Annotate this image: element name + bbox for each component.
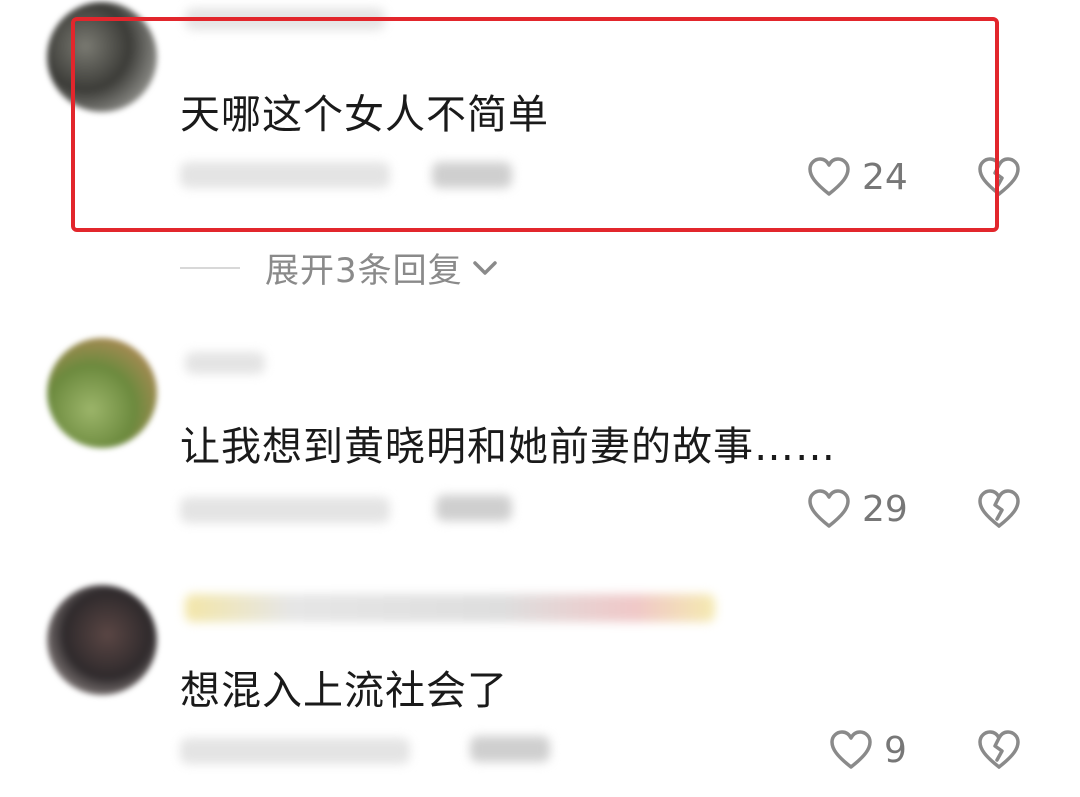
username-blurred[interactable] xyxy=(185,352,265,374)
divider xyxy=(180,266,240,269)
broken-heart-icon[interactable] xyxy=(976,488,1022,530)
heart-icon xyxy=(808,489,850,528)
expand-replies[interactable]: 展开3条回复 xyxy=(180,243,499,292)
like-button[interactable]: 9 xyxy=(828,729,907,771)
username-blurred[interactable] xyxy=(185,594,715,622)
like-count: 29 xyxy=(862,488,908,530)
like-count: 9 xyxy=(884,729,907,771)
like-button[interactable]: 29 xyxy=(806,488,908,530)
reply-button-blurred[interactable] xyxy=(470,736,550,762)
heart-icon xyxy=(830,730,872,769)
reply-button-blurred[interactable] xyxy=(436,495,512,521)
comment-text: 让我想到黄晓明和她前妻的故事…… xyxy=(180,424,836,470)
comment-text: 想混入上流社会了 xyxy=(180,668,508,714)
comment-meta-blurred xyxy=(180,738,410,764)
comment-meta-blurred xyxy=(180,497,390,523)
broken-heart-icon[interactable] xyxy=(976,729,1022,771)
avatar[interactable] xyxy=(47,585,157,695)
avatar[interactable] xyxy=(47,338,157,448)
expand-replies-label: 展开3条回复 xyxy=(265,251,463,291)
highlight-box xyxy=(71,17,999,232)
chevron-down-icon xyxy=(472,260,497,275)
